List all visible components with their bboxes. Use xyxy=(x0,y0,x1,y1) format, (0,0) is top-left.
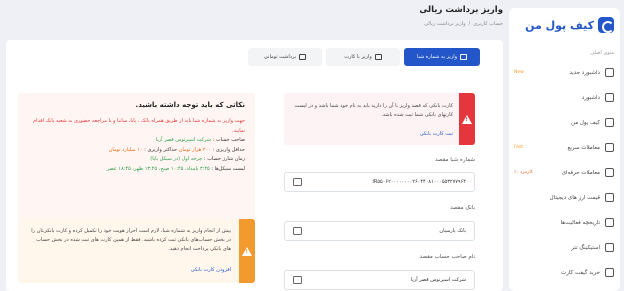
add-bank-card-link[interactable]: افزودن کارت بانکی xyxy=(191,267,231,273)
warning-icon xyxy=(462,114,472,124)
breadcrumb-current: واریز برداشت ریالی xyxy=(424,21,466,27)
bank-card-icon xyxy=(293,227,302,235)
warning-text: پیش از انجام واریز به شماره شبا، لازم اس… xyxy=(31,228,231,252)
logo-text: کیف پول من xyxy=(525,18,594,32)
card-icon xyxy=(374,54,382,60)
tab-label: واریز به شماره شبا xyxy=(416,54,458,60)
breadcrumb-account[interactable]: حساب کاربری xyxy=(473,21,503,27)
card-icon xyxy=(460,54,468,60)
notice-max-prefix: حداکثر واریزی : xyxy=(144,146,178,153)
sidebar-item-prices[interactable]: قیمت ارز های دیجیتال xyxy=(509,185,620,210)
sidebar-item-dashboard[interactable]: داشبورد xyxy=(509,85,620,110)
alert-bar xyxy=(459,93,475,145)
bank-label: بانک مقصد xyxy=(450,205,475,211)
sidebar-item-label: معاملات سریع xyxy=(567,144,600,151)
sidebar-item-label: قیمت ارز های دیجیتال xyxy=(549,194,600,201)
sidebar-item-label: داشبورد xyxy=(581,94,600,101)
wallet-logo-icon xyxy=(598,17,614,33)
notice-max-value: ۱۰ میلیارد تومان xyxy=(108,146,143,153)
sidebar-item-label: خرید گیفت کارت xyxy=(561,269,600,276)
warning-icon xyxy=(242,246,252,256)
sidebar-item-label: داشبورد جدید xyxy=(569,69,600,76)
deposit-card: واریز به شماره شبا واریز با کارت برداشت … xyxy=(6,40,503,291)
breadcrumb: حساب کاربری / واریز برداشت ریالی xyxy=(424,21,503,27)
tab-card-deposit[interactable]: واریز با کارت xyxy=(326,48,400,66)
new-badge: New xyxy=(514,70,524,75)
notice-cycles-prefix: لیست سیکل‌ها : xyxy=(211,165,245,172)
notice-min-value: ۲۰۰ هزار تومان xyxy=(178,146,211,153)
sidebar-item-history[interactable]: تاریخچه فعالیت‌ها xyxy=(509,210,620,235)
breadcrumb-separator: / xyxy=(468,21,471,27)
tab-label: واریز با کارت xyxy=(344,54,372,60)
notice-red-text: جهت واریز به شماره شبا باید از طریق همرا… xyxy=(33,118,245,134)
main-content: واریز برداشت ریالی حساب کاربری / واریز ب… xyxy=(6,0,503,291)
logo[interactable]: کیف پول من xyxy=(509,8,620,42)
register-card-link[interactable]: ثبت کارت بانکی xyxy=(420,131,453,137)
page-title: واریز برداشت ریالی xyxy=(419,5,503,15)
notice-owner-prefix: صاحب حساب : xyxy=(212,137,245,143)
sidebar-item-new-dashboard[interactable]: داشبورد جدید New xyxy=(509,60,620,85)
menu-heading: منوی اصلی xyxy=(590,50,614,56)
history-icon xyxy=(605,218,614,227)
notice-cycles-value: ۳:۴۵ بامداد، ۱۰:۴۵ صبح، ۱۳:۴۵ ظهر، ۱۸:۴۵… xyxy=(106,165,210,172)
sheba-label: شماره شبا مقصد xyxy=(435,157,475,163)
notice-owner-line: صاحب حساب : شرکت اسپرتوس قصر آریا xyxy=(28,136,245,146)
card-alert: کارت بانکی که قصد واریز با آن را دارید ب… xyxy=(284,93,475,145)
notice-time-value: چرخه اول (در سیکل پایا) xyxy=(150,156,203,162)
tab-label: برداشت تومانی xyxy=(263,54,297,60)
fast-trade-icon xyxy=(605,143,614,152)
sidebar-item-staking[interactable]: استیکینگ تتر xyxy=(509,235,620,260)
sheba-value: IR۵۵۰۶۲۰۰۰۰۰۰۰۰۲۶۰۴۴۰۸۱۰۰۰۵۵۳۲۷۷۹۶۴ xyxy=(372,179,466,185)
sidebar-item-fast-trade[interactable]: معاملات سریع Fast xyxy=(509,135,620,160)
notice-time-line: زمان شارژ حساب : چرخه اول (در سیکل پایا) xyxy=(28,155,245,165)
sidebar-item-label: استیکینگ تتر xyxy=(571,244,600,251)
copy-icon[interactable] xyxy=(293,276,302,284)
wallet-icon xyxy=(605,118,614,127)
sidebar-item-label: معاملات حرفه‌ای xyxy=(561,169,600,176)
sidebar: کیف پول من منوی اصلی داشبورد جدید New داش… xyxy=(509,8,620,291)
staking-icon xyxy=(605,243,614,252)
sidebar-item-label: کیف پول من xyxy=(571,119,600,126)
card-icon xyxy=(299,54,307,60)
notice-time-prefix: زمان شارژ حساب : xyxy=(203,156,245,162)
gift-card-icon xyxy=(605,268,614,277)
pro-trade-icon xyxy=(605,168,614,177)
sidebar-item-pro-trade[interactable]: معاملات حرفه‌ای کارمزد ۰٪ xyxy=(509,160,620,185)
alert-text: کارت بانکی که قصد واریز با آن را دارید ب… xyxy=(294,103,453,118)
dashboard-icon xyxy=(605,93,614,102)
bank-value: بانک پارسیان xyxy=(439,228,466,234)
notice-title: نکاتی که باید توجه داشته باشید. xyxy=(135,101,245,109)
notice-min-prefix: حداقل واریزی : xyxy=(212,146,245,153)
fee-badge: کارمزد ۰٪ xyxy=(514,170,533,175)
tab-toman-withdraw[interactable]: برداشت تومانی xyxy=(248,48,322,66)
dashboard-new-icon xyxy=(605,68,614,77)
fast-badge: Fast xyxy=(514,145,524,150)
copy-icon[interactable] xyxy=(293,178,302,186)
notice-owner-value: شرکت اسپرتوس قصر آریا xyxy=(155,137,211,143)
sheba-field[interactable]: IR۵۵۰۶۲۰۰۰۰۰۰۰۰۲۶۰۴۴۰۸۱۰۰۰۵۵۳۲۷۷۹۶۴ xyxy=(284,172,475,192)
owner-field[interactable]: شرکت اسپرتوس قصر آریا xyxy=(284,270,475,290)
prices-icon xyxy=(605,193,614,202)
tab-sheba-deposit[interactable]: واریز به شماره شبا xyxy=(404,48,480,66)
kyc-warning: پیش از انجام واریز به شماره شبا، لازم اس… xyxy=(18,219,255,283)
notice-cycles-line: لیست سیکل‌ها : ۳:۴۵ بامداد، ۱۰:۴۵ صبح، ۱… xyxy=(28,165,245,175)
sidebar-item-wallet[interactable]: کیف پول من xyxy=(509,110,620,135)
owner-value: شرکت اسپرتوس قصر آریا xyxy=(410,277,466,283)
owner-label: نام صاحب حساب مقصد xyxy=(419,254,475,260)
warning-bar xyxy=(239,219,255,283)
sidebar-item-gift-card[interactable]: خرید گیفت کارت xyxy=(509,260,620,285)
bank-field[interactable]: بانک پارسیان xyxy=(284,221,475,241)
sidebar-item-label: تاریخچه فعالیت‌ها xyxy=(560,219,600,226)
notice-limit-line: حداقل واریزی : ۲۰۰ هزار تومان حداکثر وار… xyxy=(28,146,245,156)
